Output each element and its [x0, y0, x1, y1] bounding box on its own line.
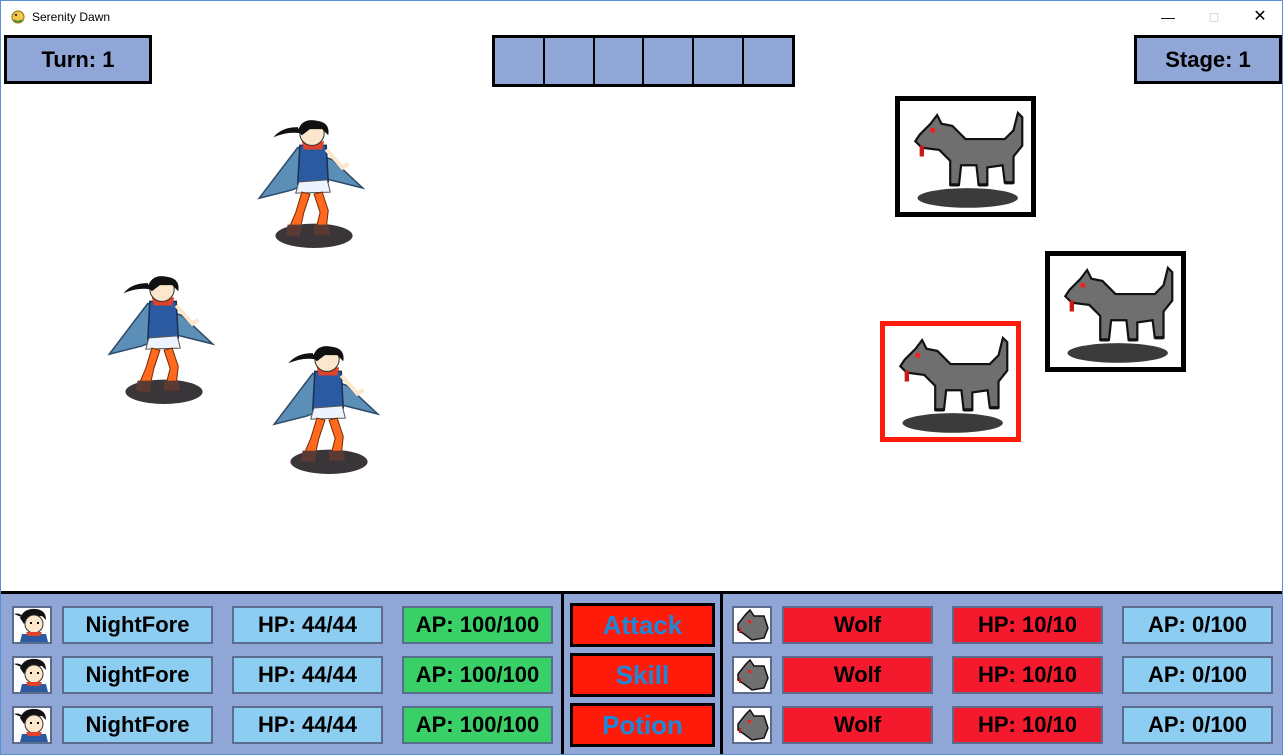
enemy-ap: AP: 0/100 — [1122, 706, 1273, 744]
minimize-button[interactable]: — — [1145, 1, 1191, 33]
wolf-portrait-icon — [732, 656, 772, 694]
maximize-button[interactable]: □ — [1191, 1, 1237, 33]
party-member-hp: HP: 44/44 — [232, 606, 383, 644]
enemy-name: Wolf — [782, 706, 933, 744]
queue-slot — [744, 38, 792, 84]
wolf-portrait-icon — [732, 606, 772, 644]
queue-slot — [644, 38, 695, 84]
enemy-ap: AP: 0/100 — [1122, 656, 1273, 694]
party-member-name: NightFore — [62, 656, 213, 694]
hero-portrait-icon — [12, 656, 52, 694]
queue-slot — [694, 38, 745, 84]
enemy-hp: HP: 10/10 — [952, 606, 1103, 644]
enemy-name: Wolf — [782, 656, 933, 694]
queue-slot — [495, 38, 545, 84]
party-member-name: NightFore — [62, 706, 213, 744]
turn-counter: Turn: 1 — [4, 35, 152, 84]
queue-slot — [595, 38, 645, 84]
stage-counter: Stage: 1 — [1134, 35, 1282, 84]
enemy-ap: AP: 0/100 — [1122, 606, 1273, 644]
potion-button[interactable]: Potion — [570, 703, 715, 747]
enemy-name: Wolf — [782, 606, 933, 644]
queue-slot — [545, 38, 595, 84]
enemy-wolf-frame[interactable] — [895, 96, 1036, 217]
hero-portrait-icon — [12, 706, 52, 744]
close-button[interactable]: ✕ — [1237, 1, 1282, 33]
battle-field: Turn: 1 Stage: 1 NightFore HP: 44/44 AP:… — [1, 33, 1282, 754]
turn-order-queue — [492, 35, 795, 87]
window-title: Serenity Dawn — [32, 10, 111, 24]
attack-button[interactable]: Attack — [570, 603, 715, 647]
party-member-ap: AP: 100/100 — [402, 606, 553, 644]
wolf-sprite-icon — [900, 101, 1031, 212]
heroine-sprite-icon[interactable] — [251, 119, 373, 251]
hero-portrait-icon — [12, 606, 52, 644]
battle-status-panel: NightFore HP: 44/44 AP: 100/100 NightFor… — [1, 591, 1282, 754]
heroine-sprite-icon[interactable] — [266, 345, 388, 477]
title-bar: Serenity Dawn — □ ✕ — [1, 1, 1282, 33]
wolf-sprite-icon — [885, 326, 1016, 437]
party-member-ap: AP: 100/100 — [402, 656, 553, 694]
wolf-sprite-icon — [1050, 256, 1181, 367]
panel-divider — [720, 594, 723, 754]
skill-button[interactable]: Skill — [570, 653, 715, 697]
party-member-name: NightFore — [62, 606, 213, 644]
enemy-hp: HP: 10/10 — [952, 656, 1103, 694]
pygame-snake-icon — [11, 10, 25, 24]
panel-divider — [561, 594, 564, 754]
party-member-ap: AP: 100/100 — [402, 706, 553, 744]
heroine-sprite-icon[interactable] — [101, 275, 223, 407]
wolf-portrait-icon — [732, 706, 772, 744]
game-window: Serenity Dawn — □ ✕ Turn: 1 Stage: 1 Nig… — [0, 0, 1283, 755]
party-member-hp: HP: 44/44 — [232, 706, 383, 744]
enemy-hp: HP: 10/10 — [952, 706, 1103, 744]
party-member-hp: HP: 44/44 — [232, 656, 383, 694]
enemy-wolf-frame-selected[interactable] — [880, 321, 1021, 442]
enemy-wolf-frame[interactable] — [1045, 251, 1186, 372]
